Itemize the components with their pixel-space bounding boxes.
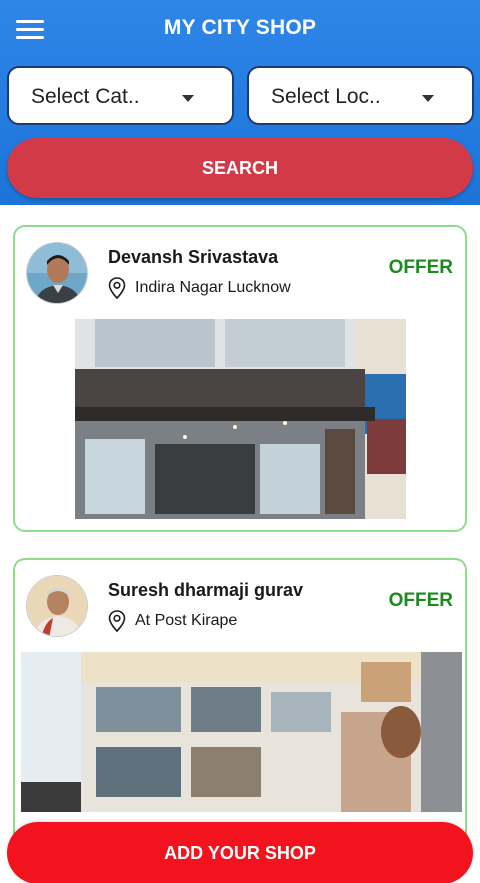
category-select[interactable]: Select Cat..	[7, 66, 234, 125]
offer-link[interactable]: OFFER	[389, 590, 453, 612]
shop-card[interactable]: Suresh dharmaji gurav At Post Kirape OFF…	[13, 558, 467, 858]
owner-name: Devansh Srivastava	[108, 247, 279, 267]
search-button[interactable]: SEARCH	[7, 138, 473, 198]
app-title: MY CITY SHOP	[163, 16, 317, 39]
shop-photo	[75, 319, 406, 519]
owner-name: Suresh dharmaji gurav	[108, 580, 304, 600]
location-select[interactable]: Select Loc..	[247, 66, 474, 125]
add-your-shop-button[interactable]: ADD YOUR SHOP	[7, 822, 473, 883]
location-pin-icon	[108, 610, 126, 632]
category-select-value: Select Cat..	[31, 85, 140, 108]
location-select-value: Select Loc..	[271, 85, 381, 108]
app-screen: MY CITY SHOP Select Cat.. Select Loc.. S…	[0, 0, 480, 883]
shop-address: Indira Nagar Lucknow	[135, 279, 291, 296]
dropdown-caret-icon	[182, 95, 194, 102]
shop-card[interactable]: Devansh Srivastava Indira Nagar Lucknow …	[13, 225, 467, 532]
shop-photo	[21, 652, 462, 812]
owner-avatar	[26, 575, 88, 637]
offer-link[interactable]: OFFER	[389, 257, 453, 279]
location-pin-icon	[108, 277, 126, 299]
header-bar: MY CITY SHOP Select Cat.. Select Loc.. S…	[0, 0, 480, 205]
shop-address: At Post Kirape	[135, 612, 238, 629]
owner-avatar	[26, 242, 88, 304]
dropdown-caret-icon	[422, 95, 434, 102]
